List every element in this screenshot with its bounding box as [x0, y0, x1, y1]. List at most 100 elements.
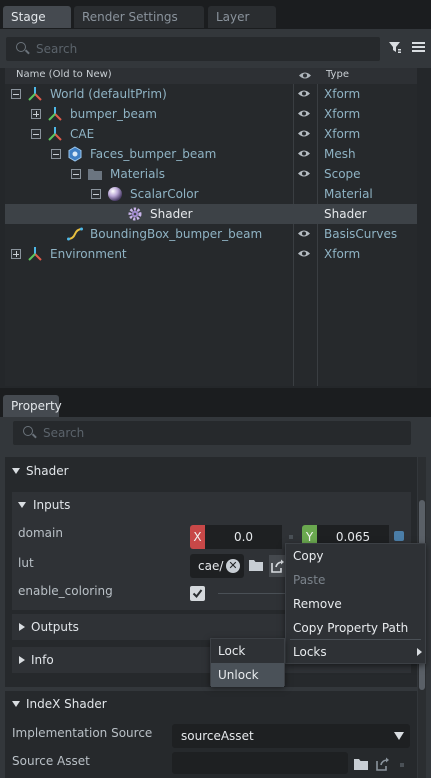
- tab-property[interactable]: Property: [3, 395, 62, 417]
- tree-row-cae[interactable]: CAE Xform: [5, 124, 417, 144]
- tree-row-label: BoundingBox_bumper_beam: [90, 227, 263, 241]
- folder-icon: [88, 169, 102, 180]
- tree-row-label: bumper_beam: [70, 107, 157, 121]
- menu-item-copy-property-path[interactable]: Copy Property Path: [286, 616, 425, 640]
- tree-row-faces-bumper-beam[interactable]: Faces_bumper_beam Mesh: [5, 144, 417, 164]
- xform-icon: [28, 87, 42, 101]
- field-separator-dot: [289, 535, 293, 539]
- implementation-source-dropdown[interactable]: sourceAsset: [172, 724, 410, 748]
- tree-row-environment[interactable]: Environment Xform: [5, 244, 417, 264]
- tree-row-label: World (defaultPrim): [50, 87, 167, 101]
- collapse-toggle-icon[interactable]: [11, 89, 21, 99]
- enable-coloring-label: enable_coloring: [18, 584, 113, 598]
- enable-coloring-slider-track: [218, 593, 286, 594]
- mesh-icon: [68, 146, 82, 162]
- expand-arrow-icon: [19, 623, 25, 631]
- xform-icon: [48, 127, 62, 141]
- tree-row-label: Faces_bumper_beam: [90, 147, 217, 161]
- tree-row-world[interactable]: World (defaultPrim) Xform: [5, 84, 417, 104]
- collapse-toggle-icon[interactable]: [51, 149, 61, 159]
- tree-row-shader[interactable]: Shader Shader: [5, 204, 417, 224]
- tree-row-bumper-beam[interactable]: bumper_beam Xform: [5, 104, 417, 124]
- tab-stage[interactable]: Stage: [3, 6, 71, 28]
- shader-section-header[interactable]: Shader: [5, 458, 417, 484]
- xform-icon: [28, 247, 42, 261]
- open-location-button[interactable]: [269, 555, 285, 577]
- tree-row-materials[interactable]: Materials Scope: [5, 164, 417, 184]
- collapse-toggle-icon[interactable]: [71, 169, 81, 179]
- submenu-item-lock[interactable]: Lock: [211, 639, 284, 663]
- filter-icon[interactable]: [388, 40, 402, 54]
- search-icon: [23, 426, 33, 436]
- index-shader-section-header[interactable]: IndeX Shader: [5, 691, 417, 717]
- domain-x-field[interactable]: 0.0: [205, 525, 282, 549]
- menu-item-locks-label: Locks: [293, 645, 327, 659]
- inputs-section-header[interactable]: Inputs: [12, 492, 411, 518]
- column-header-name[interactable]: Name (Old to New): [16, 69, 112, 80]
- lut-path-field[interactable]: cae/ ✕: [190, 554, 244, 578]
- collapse-arrow-icon: [12, 468, 20, 474]
- collapse-toggle-icon[interactable]: [91, 189, 101, 199]
- domain-x-badge: X: [190, 525, 205, 549]
- context-menu: Copy Paste Remove Copy Property Path Loc…: [285, 543, 426, 664]
- clear-path-icon[interactable]: ✕: [226, 559, 240, 573]
- enable-coloring-checkbox[interactable]: [190, 586, 205, 601]
- submenu-item-unlock[interactable]: Unlock: [211, 663, 284, 687]
- expand-toggle-icon[interactable]: [11, 249, 21, 259]
- xform-icon: [48, 107, 62, 121]
- property-tab-bar: [0, 394, 431, 417]
- source-asset-field[interactable]: [172, 752, 348, 774]
- visibility-eye-icon[interactable]: [297, 89, 311, 98]
- visibility-eye-icon[interactable]: [297, 249, 311, 258]
- visibility-eye-icon[interactable]: [297, 129, 311, 138]
- tree-row-type: Material: [324, 187, 373, 201]
- tree-row-type: Scope: [324, 167, 361, 181]
- inputs-section-title: Inputs: [33, 498, 71, 512]
- browse-folder-icon[interactable]: [354, 758, 368, 771]
- tree-row-boundingbox[interactable]: BoundingBox_bumper_beam BasisCurves: [5, 224, 417, 244]
- expand-toggle-icon[interactable]: [31, 109, 41, 119]
- lut-path-value: cae/: [198, 559, 224, 573]
- stage-search-input[interactable]: Search: [6, 37, 380, 61]
- tab-render-settings[interactable]: Render Settings: [74, 6, 204, 28]
- visibility-eye-icon[interactable]: [297, 109, 311, 118]
- visibility-eye-icon[interactable]: [297, 229, 311, 238]
- tree-row-label: Shader: [150, 207, 193, 221]
- menu-item-copy[interactable]: Copy: [286, 544, 425, 568]
- collapse-arrow-icon: [12, 701, 20, 707]
- submenu-arrow-icon: [417, 648, 422, 656]
- collapse-arrow-icon: [18, 502, 26, 508]
- property-search-placeholder: Search: [43, 426, 85, 440]
- tree-row-label: CAE: [70, 127, 95, 141]
- tree-row-scalarcolor[interactable]: ScalarColor Material: [5, 184, 417, 204]
- outputs-section-title: Outputs: [31, 620, 79, 634]
- tree-row-label: Materials: [110, 167, 166, 181]
- locks-submenu: Lock Unlock: [210, 638, 285, 687]
- shader-section-title: Shader: [26, 464, 69, 478]
- tree-row-type: Shader: [324, 207, 367, 221]
- property-search-input[interactable]: Search: [13, 421, 411, 445]
- menu-item-locks[interactable]: Locks: [286, 640, 425, 664]
- lut-label: lut: [18, 556, 34, 570]
- dropdown-arrow-icon: [394, 732, 404, 740]
- domain-keyframe-indicator[interactable]: [394, 531, 404, 541]
- options-menu-icon[interactable]: [412, 41, 425, 53]
- tree-row-type: Xform: [324, 247, 361, 261]
- external-link-icon[interactable]: [376, 757, 390, 771]
- implementation-source-label: Implementation Source: [12, 726, 153, 740]
- browse-folder-icon[interactable]: [249, 559, 263, 572]
- visibility-eye-icon[interactable]: [297, 149, 311, 158]
- tree-row-label: ScalarColor: [130, 187, 199, 201]
- collapse-toggle-icon[interactable]: [31, 129, 41, 139]
- tree-row-type: BasisCurves: [324, 227, 398, 241]
- visibility-column-eye-icon[interactable]: [298, 71, 312, 80]
- checkmark-icon: [192, 589, 203, 599]
- tab-layer[interactable]: Layer: [208, 6, 276, 28]
- info-section-title: Info: [31, 653, 54, 667]
- menu-item-paste: Paste: [293, 573, 326, 587]
- tree-row-label: Environment: [50, 247, 127, 261]
- stage-panel: Stage Render Settings Layer Search Name …: [0, 0, 431, 390]
- visibility-eye-icon[interactable]: [297, 169, 311, 178]
- menu-item-remove[interactable]: Remove: [286, 592, 425, 616]
- column-header-type[interactable]: Type: [326, 69, 349, 80]
